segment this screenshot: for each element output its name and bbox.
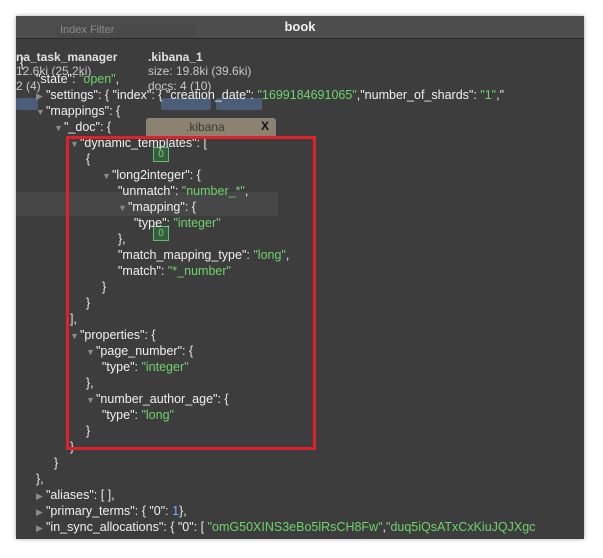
- json-line: ▼"mappings": {: [36, 104, 121, 118]
- json-line: ▶ "aliases": [ ],: [36, 488, 115, 502]
- json-line: ▶ "in_sync_allocations": { "0": [ "omG50X…: [36, 520, 536, 534]
- highlight-box: [66, 136, 316, 450]
- collapse-arrow-icon[interactable]: ▶: [36, 507, 46, 518]
- collapse-arrow-icon[interactable]: ▶: [36, 523, 46, 534]
- json-line: }: [54, 456, 59, 470]
- json-line: ▼"_doc": {: [54, 120, 112, 134]
- json-line: },: [36, 472, 44, 486]
- json-line: ▶ "primary_terms": { "0": 1},: [36, 504, 187, 518]
- json-line: ▶ "settings": { "index": { "creation_date…: [36, 88, 505, 102]
- collapse-arrow-icon[interactable]: ▶: [36, 91, 46, 102]
- expand-arrow-icon[interactable]: ▼: [36, 107, 46, 117]
- collapse-arrow-icon[interactable]: ▶: [36, 491, 46, 502]
- json-line: {: [20, 56, 25, 70]
- expand-arrow-icon[interactable]: ▼: [54, 123, 64, 133]
- json-viewer-window: book Index Filter na_task_manager 12.6ki…: [16, 16, 584, 539]
- json-line: "state": "open",: [36, 72, 120, 86]
